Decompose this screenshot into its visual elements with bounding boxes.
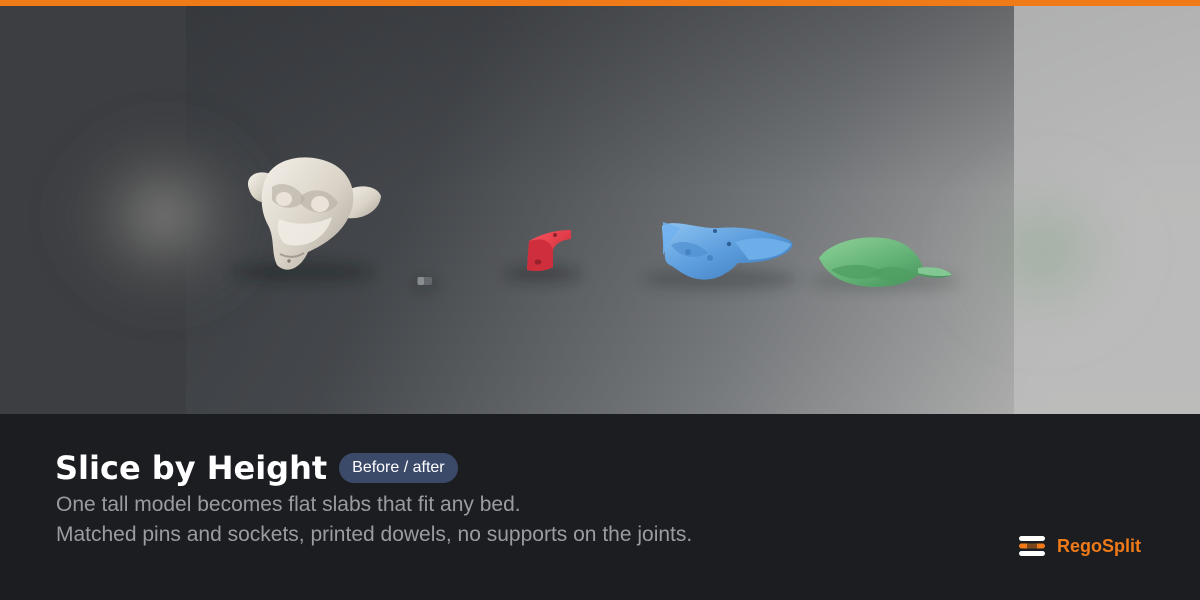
before-after-render: [0, 6, 1200, 414]
feature-description: One tall model becomes flat slabs that f…: [56, 490, 956, 550]
description-line-2: Matched pins and sockets, printed dowels…: [56, 523, 693, 546]
stacked-slices-icon: [1019, 536, 1045, 556]
title-row: Slice by Height Before / after: [55, 446, 458, 490]
orange-accent-bar: [0, 0, 1200, 6]
feature-info-panel: Slice by Height Before / after One tall …: [0, 414, 1200, 600]
before-after-slide: Slice by Height Before / after One tall …: [0, 0, 1200, 600]
brand-name: RegoSplit: [1057, 536, 1141, 556]
brand-lockup: RegoSplit: [1018, 532, 1141, 560]
printed-dowel: [417, 277, 432, 285]
render-scene: [0, 6, 1200, 414]
page-title: Slice by Height: [55, 449, 328, 487]
description-line-1: One tall model becomes flat slabs that f…: [56, 493, 521, 516]
status-badge: Before / after: [339, 453, 458, 483]
